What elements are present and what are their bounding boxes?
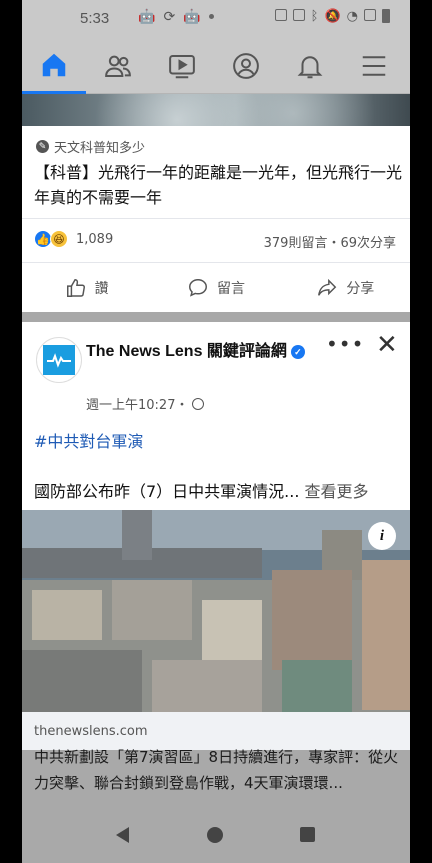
info-button[interactable]: i xyxy=(368,522,396,550)
tab-menu[interactable] xyxy=(342,38,406,94)
link-icon: ✎ xyxy=(36,140,49,153)
post-source[interactable]: ✎ 天文科普知多少 xyxy=(36,137,145,156)
post-actions: 讚 留言 分享 xyxy=(22,268,410,308)
screen: 5:33 🤖 ⟳ 🤖 ᛒ 🔕 ◔ ✎ 天文科普知多少 【科普】光飛行一年的距離是… xyxy=(0,0,432,863)
harbor-photo xyxy=(22,510,410,712)
notification-icons: 🤖 ⟳ 🤖 xyxy=(138,9,214,25)
status-time: 5:33 xyxy=(80,10,110,27)
bell-icon xyxy=(297,56,323,79)
top-nav xyxy=(22,38,410,94)
link-preview-title-box[interactable]: 中共新劃設「第7演習區」8日持續進行，專家評：從火力突擊、聯合封鎖到登島作戰，4… xyxy=(22,748,410,810)
divider xyxy=(22,262,410,263)
comment-button[interactable]: 留言 xyxy=(151,268,280,308)
post-body[interactable]: 國防部公布昨（7）日中共軍演情況... 查看更多 xyxy=(34,478,404,502)
battery-icon xyxy=(382,9,390,23)
feed-separator xyxy=(22,312,410,322)
post-time-label: 週一上午10:27・ xyxy=(86,398,189,413)
recent-apps-icon[interactable] xyxy=(300,827,315,842)
see-more-link[interactable]: 查看更多 xyxy=(299,482,369,501)
hamburger-menu-icon xyxy=(362,56,386,76)
android-icon: 🤖 xyxy=(138,9,156,25)
more-notifications-icon xyxy=(208,14,214,19)
vibrate-icon xyxy=(274,9,287,21)
reaction-count: 1,089 xyxy=(76,231,114,247)
more-options-button[interactable]: ••• xyxy=(326,332,364,356)
share-button[interactable]: 分享 xyxy=(281,268,410,308)
verified-badge-icon: ✓ xyxy=(290,344,305,359)
wifi-icon: ◔ xyxy=(346,9,358,24)
back-icon[interactable] xyxy=(116,827,129,843)
bluetooth-icon: ᛒ xyxy=(310,9,319,24)
thumbs-up-icon xyxy=(66,279,85,297)
share-icon xyxy=(318,278,337,296)
page-avatar[interactable] xyxy=(36,337,82,383)
mute-icon: 🔕 xyxy=(324,9,341,24)
post-card: The News Lens 關鍵評論網 ✓ 週一上午10:27・ ••• ✕ #中… xyxy=(22,322,410,750)
post-time[interactable]: 週一上午10:27・ xyxy=(86,394,205,413)
post-title[interactable]: 【科普】光飛行一年的距離是一光年，但光飛行一光年真的不需要一年 xyxy=(34,160,404,210)
signal-icon xyxy=(364,9,376,21)
page-name[interactable]: The News Lens 關鍵評論網 ✓ xyxy=(86,340,312,364)
comment-icon xyxy=(189,279,207,297)
close-button[interactable]: ✕ xyxy=(376,330,398,360)
post-source-label: 天文科普知多少 xyxy=(54,141,146,156)
watch-icon xyxy=(169,55,195,79)
comment-label: 留言 xyxy=(216,281,245,297)
status-bar: 5:33 🤖 ⟳ 🤖 ᛒ 🔕 ◔ xyxy=(22,0,410,38)
haha-reaction-icon: 😆 xyxy=(50,230,68,248)
link-preview-image[interactable]: i xyxy=(22,510,410,712)
post-card: ✎ 天文科普知多少 【科普】光飛行一年的距離是一光年，但光飛行一光年真的不需要一… xyxy=(22,126,410,312)
tab-friends[interactable] xyxy=(86,38,150,94)
link-title: 中共新劃設「第7演習區」8日持續進行，專家評：從火力突擊、聯合封鎖到登島作戰，4… xyxy=(34,748,399,792)
like-button[interactable]: 讚 xyxy=(22,268,151,308)
news-lens-logo-icon xyxy=(43,345,75,375)
tab-notifications[interactable] xyxy=(278,38,342,94)
sync-icon: ⟳ xyxy=(163,9,176,25)
comment-share-count[interactable]: 379則留言・69次分享 xyxy=(264,232,396,251)
reaction-summary[interactable]: 👍 😆 1,089 xyxy=(34,230,113,248)
profile-icon xyxy=(233,53,259,79)
home-icon xyxy=(42,53,66,76)
share-label: 分享 xyxy=(346,281,375,297)
globe-icon xyxy=(192,397,205,410)
link-domain: thenewslens.com xyxy=(34,724,148,739)
home-circle-icon[interactable] xyxy=(207,827,223,843)
like-label: 讚 xyxy=(94,281,109,297)
page-name-label: The News Lens 關鍵評論網 xyxy=(86,343,287,360)
tab-home[interactable] xyxy=(22,38,86,94)
tab-watch[interactable] xyxy=(150,38,214,94)
previous-post-image[interactable] xyxy=(22,94,410,126)
hashtag-link[interactable]: #中共對台軍演 xyxy=(34,428,143,452)
post-body-text: 國防部公布昨（7）日中共軍演情況... xyxy=(34,482,300,501)
android-icon: 🤖 xyxy=(183,9,201,25)
android-nav-bar xyxy=(0,810,432,863)
tab-profile[interactable] xyxy=(214,38,278,94)
friends-icon xyxy=(105,55,131,77)
divider xyxy=(22,218,410,219)
system-icons: ᛒ 🔕 ◔ xyxy=(274,9,390,24)
sim-icon xyxy=(292,9,305,21)
